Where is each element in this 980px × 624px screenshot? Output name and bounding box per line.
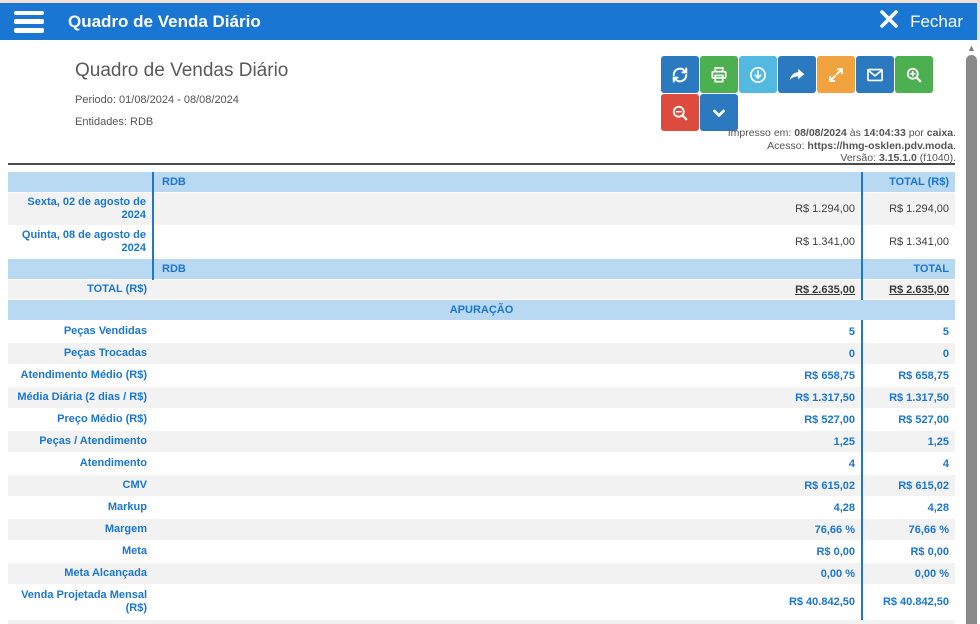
corner-cell [8, 259, 153, 280]
share-arrow-icon [787, 65, 807, 85]
row-label: TOTAL (R$) [8, 280, 153, 300]
cell-value: R$ 527,00 [153, 409, 862, 431]
zoom-out-button[interactable] [661, 94, 699, 131]
row-label: Peças Vendidas [8, 321, 153, 343]
vertical-scrollbar[interactable]: ▲ [965, 42, 978, 624]
cell-total: R$ 2.635,00 [862, 280, 955, 300]
toolbar [661, 56, 935, 131]
refresh-button[interactable] [661, 56, 699, 93]
window-frame: Quadro de Venda Diário Fechar [0, 0, 980, 40]
cell-total: 4,28 [862, 497, 955, 519]
total-column-header: TOTAL (R$) [862, 172, 955, 193]
close-button[interactable]: Fechar [877, 7, 977, 36]
cell-value: R$ 1.341,00 [153, 226, 862, 259]
printer-icon [709, 65, 729, 85]
download-button[interactable] [739, 56, 777, 93]
row-label: Preço Médio (R$) [8, 409, 153, 431]
cell-value: R$ 1.294,00 [153, 193, 862, 226]
topbar-title: Quadro de Venda Diário [68, 12, 261, 32]
cell-value: R$ 658,75 [153, 365, 862, 387]
zoom-in-button[interactable] [895, 56, 933, 93]
cell-value: R$ 40.842,50 [153, 585, 862, 620]
row-label: Markup [8, 497, 153, 519]
envelope-icon [865, 65, 885, 85]
refresh-icon [670, 65, 690, 85]
close-label: Fechar [910, 12, 963, 32]
entity-column-header: RDB [153, 259, 862, 280]
cell-value: R$ 2.635,00 [153, 280, 862, 300]
cell-total: R$ 658,75 [862, 365, 955, 387]
period-text: Periodo: 01/08/2024 - 08/08/2024 [75, 94, 288, 106]
cell-total: R$ 615,02 [862, 475, 955, 497]
cell-value: 76,66 % [153, 519, 862, 541]
section-header: APURAÇÃO [8, 300, 955, 321]
cell-value: R$ 615,02 [153, 475, 862, 497]
cell-value: R$ 0,00 [153, 541, 862, 563]
report-header: Quadro de Vendas Diário Periodo: 01/08/2… [75, 60, 288, 138]
expand-arrows-icon [826, 65, 846, 85]
close-icon [877, 7, 901, 36]
corner-cell [8, 172, 153, 193]
cell-total: 5 [862, 321, 955, 343]
collapse-button[interactable] [700, 94, 738, 131]
expand-button[interactable] [817, 56, 855, 93]
row-label: Peças / Atendimento [8, 431, 153, 453]
cell-total: R$ 1.294,00 [862, 193, 955, 226]
row-label: Atendimento Médio (R$) [8, 365, 153, 387]
print-info: Impresso em: 08/08/2024 às 14:04:33 por … [728, 127, 956, 165]
cell-total: 0 [862, 343, 955, 365]
row-label: Sexta, 02 de agosto de 2024 [8, 193, 153, 226]
row-label: Atendimento [8, 453, 153, 475]
cell-value: 1,25 [153, 431, 862, 453]
download-circle-icon [748, 65, 768, 85]
cell-total: 4 [862, 453, 955, 475]
report-table: RDBTOTAL (R$)Sexta, 02 de agosto de 2024… [8, 172, 955, 624]
cell-value: 4 [153, 453, 862, 475]
topbar: Quadro de Venda Diário Fechar [0, 3, 977, 40]
cell-value: R$ 1.317,50 [153, 387, 862, 409]
zoom-in-icon [904, 65, 924, 85]
cell-value: 5 [153, 321, 862, 343]
report-window: Quadro de Venda Diário Fechar Quadro de … [0, 0, 980, 624]
entities-text: Entidades: RDB [75, 116, 288, 128]
row-label: Meta [8, 541, 153, 563]
cell-total: R$ 1.317,50 [862, 387, 955, 409]
cell-total: R$ 0,00 [862, 541, 955, 563]
cell-total: 76,66 % [862, 519, 955, 541]
row-label: Quinta, 08 de agosto de 2024 [8, 226, 153, 259]
scrollbar-thumb[interactable] [966, 55, 977, 624]
page-title: Quadro de Vendas Diário [75, 60, 288, 82]
chevron-down-icon [709, 103, 729, 123]
cell-value: 4,28 [153, 497, 862, 519]
share-button[interactable] [778, 56, 816, 93]
email-button[interactable] [856, 56, 894, 93]
cell-value: 0 [153, 343, 862, 365]
row-label: Peças Trocadas [8, 343, 153, 365]
row-label: Venda Projetada Mensal (R$) [8, 585, 153, 620]
observation-note: Observação: Este relátorio não considera… [8, 620, 955, 624]
cell-total: R$ 1.341,00 [862, 226, 955, 259]
cell-total: 0,00 % [862, 563, 955, 585]
menu-icon[interactable] [14, 11, 44, 33]
cell-total: R$ 527,00 [862, 409, 955, 431]
row-label: Meta Alcançada [8, 563, 153, 585]
cell-total: 1,25 [862, 431, 955, 453]
row-label: CMV [8, 475, 153, 497]
row-label: Média Diária (2 dias / R$) [8, 387, 153, 409]
entity-column-header: RDB [153, 172, 862, 193]
zoom-out-icon [670, 103, 690, 123]
table-top-rule [8, 163, 955, 165]
cell-total: R$ 40.842,50 [862, 585, 955, 620]
row-label: Margem [8, 519, 153, 541]
total-column-header: TOTAL [862, 259, 955, 280]
cell-value: 0,00 % [153, 563, 862, 585]
scroll-up-arrow[interactable]: ▲ [965, 42, 978, 54]
print-button[interactable] [700, 56, 738, 93]
